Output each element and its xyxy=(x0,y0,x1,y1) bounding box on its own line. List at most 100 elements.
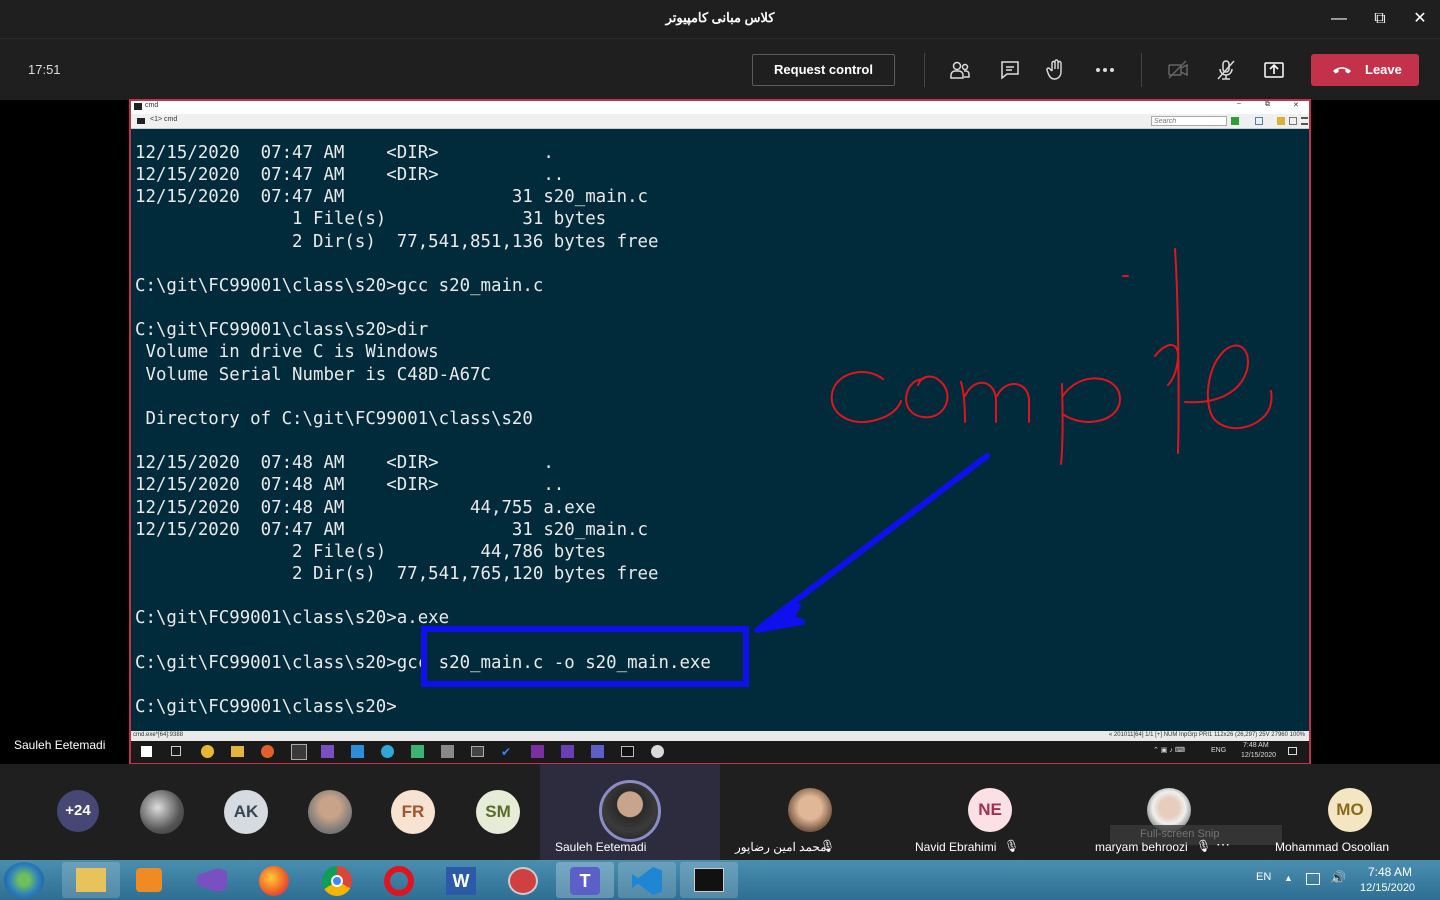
participant-name: محمد امین رضاپور xyxy=(735,840,827,854)
inner-taskbar: ✔ ⌃ ▣ ♪ ⌨ ENG 7:48 AM 12/15/2020 xyxy=(131,741,1309,763)
cmd-statusbar: cmd.exe*[64]:9388 « 201011[64] 1/1 [+] N… xyxy=(131,731,1309,741)
participant-avatar-photo[interactable] xyxy=(788,788,832,832)
taskbar-cmd[interactable] xyxy=(680,862,738,898)
inner-visualstudio-icon[interactable] xyxy=(321,745,334,758)
taskbar-word[interactable]: W xyxy=(432,862,490,898)
participant-avatar-sm[interactable]: SM xyxy=(476,790,520,834)
tab-console-icon xyxy=(137,118,145,124)
cmd-title: cmd xyxy=(145,102,159,109)
language-indicator[interactable]: EN xyxy=(1256,871,1271,883)
more-options-icon[interactable] xyxy=(1093,58,1117,82)
snipping-tool-icon xyxy=(508,867,538,895)
presenter-label: Sauleh Eetemadi xyxy=(14,738,106,752)
inner-cmd-icon[interactable] xyxy=(621,746,634,757)
compile-ink: compile xyxy=(830,248,1273,465)
layout-icon[interactable] xyxy=(1255,117,1263,125)
camera-off-icon[interactable] xyxy=(1166,58,1190,82)
menu-icon[interactable] xyxy=(1301,117,1308,125)
chat-icon[interactable] xyxy=(998,58,1022,82)
windows-taskbar: W T EN ▲ 🔊 7:48 AM 12/15/2020 xyxy=(0,860,1440,900)
leave-button[interactable]: Leave xyxy=(1311,54,1419,86)
participants-icon[interactable] xyxy=(948,58,972,82)
inner-explorer-icon[interactable] xyxy=(231,746,244,757)
inner-app-icon[interactable] xyxy=(411,745,424,758)
taskbar-chrome[interactable] xyxy=(308,862,366,898)
taskbar-vscode[interactable] xyxy=(618,862,676,898)
restore-icon[interactable]: ⧉ xyxy=(1367,6,1393,32)
inner-lang: ENG xyxy=(1211,747,1227,754)
inner-start-icon[interactable] xyxy=(141,746,152,757)
cmd-search-input[interactable] xyxy=(1151,116,1227,126)
inner-app-icon[interactable] xyxy=(651,745,664,758)
taskbar-visualstudio[interactable] xyxy=(183,862,241,898)
show-hidden-icons[interactable]: ▲ xyxy=(1284,873,1293,883)
more-options-icon[interactable]: ⋯ xyxy=(1216,836,1230,853)
taskbar-firefox[interactable] xyxy=(245,862,303,898)
participant-avatar-mo[interactable]: MO xyxy=(1328,788,1372,832)
inner-teams-icon[interactable] xyxy=(591,745,604,758)
inner-onenote-icon[interactable] xyxy=(531,745,544,758)
mic-muted-icon: 🎙 xyxy=(1196,839,1212,853)
settings-icon[interactable] xyxy=(1289,117,1297,125)
close-icon[interactable]: ✕ xyxy=(1407,6,1433,32)
inner-chrome-icon[interactable] xyxy=(201,745,214,758)
taskbar-snipping[interactable] xyxy=(494,862,552,898)
participant-name: Mohammad Osoolian xyxy=(1275,840,1390,854)
cmd-minimize-icon[interactable]: – xyxy=(1237,100,1241,107)
chrome-icon xyxy=(322,866,352,896)
inner-vscode-icon[interactable] xyxy=(351,745,364,758)
mic-off-icon[interactable] xyxy=(1214,58,1238,82)
inner-date: 12/15/2020 xyxy=(1241,752,1277,759)
participant-avatar-ak[interactable]: AK xyxy=(224,790,268,834)
inner-app-icon[interactable] xyxy=(561,745,574,758)
inner-edge-icon[interactable] xyxy=(381,745,394,758)
word-icon: W xyxy=(446,867,476,895)
taskbar-date[interactable]: 12/15/2020 xyxy=(1360,882,1415,894)
taskbar-opera[interactable] xyxy=(370,862,428,898)
raise-hand-icon[interactable] xyxy=(1044,58,1068,82)
overflow-participants-button[interactable]: +24 xyxy=(57,790,99,832)
chrome-icon-center xyxy=(331,875,343,887)
mic-muted-icon: 🎙 xyxy=(820,839,836,853)
inner-time: 7:48 AM xyxy=(1243,742,1269,749)
window-titlebar: کلاس مبانی کامپیوتر — ⧉ ✕ xyxy=(0,0,1440,38)
taskbar-explorer[interactable] xyxy=(62,862,120,898)
minimize-icon[interactable]: — xyxy=(1326,6,1352,32)
console-output[interactable]: 12/15/2020 07:47 AM <DIR> . 12/15/2020 0… xyxy=(131,129,1309,731)
inner-ubuntu-icon[interactable] xyxy=(261,745,274,758)
cmd-close-icon[interactable]: ✕ xyxy=(1293,101,1299,109)
taskbar-teams[interactable]: T xyxy=(556,862,614,898)
active-speaker-avatar[interactable] xyxy=(599,780,661,842)
opera-icon xyxy=(384,866,414,896)
participant-avatar-photo[interactable] xyxy=(308,790,352,834)
network-icon[interactable] xyxy=(1306,873,1320,885)
taskbar-media[interactable] xyxy=(120,862,178,898)
toolbar-divider xyxy=(924,53,925,87)
folder-icon xyxy=(76,868,106,892)
phone-hangup-icon xyxy=(1333,67,1351,74)
taskbar-time[interactable]: 7:48 AM xyxy=(1368,865,1412,879)
cmd-tabbar: <1> cmd xyxy=(131,114,1309,129)
participant-avatar-ne[interactable]: NE xyxy=(968,788,1012,832)
lock-icon[interactable] xyxy=(1277,117,1285,125)
start-button[interactable] xyxy=(4,862,44,898)
inner-notification-icon[interactable] xyxy=(1288,747,1297,755)
volume-icon[interactable]: 🔊 xyxy=(1330,870,1346,886)
request-control-button[interactable]: Request control xyxy=(752,54,895,86)
inner-todo-icon[interactable]: ✔ xyxy=(501,745,514,759)
inner-tray-icons: ⌃ ▣ ♪ ⌨ xyxy=(1153,747,1185,754)
inner-conemu-icon[interactable] xyxy=(291,744,307,760)
share-screen-icon[interactable] xyxy=(1262,58,1286,82)
participant-avatar-photo[interactable] xyxy=(140,790,184,834)
new-console-icon[interactable] xyxy=(1231,117,1239,125)
inner-terminal-icon[interactable] xyxy=(471,746,484,757)
tab-cmd[interactable]: <1> cmd xyxy=(150,116,177,123)
participant-name: maryam behroozi xyxy=(1095,840,1188,854)
participant-avatar-fr[interactable]: FR xyxy=(391,790,435,834)
cmd-titlebar: cmd – ⧉ ✕ xyxy=(131,100,1309,114)
cmd-restore-icon[interactable]: ⧉ xyxy=(1265,101,1270,109)
status-right: « 201011[64] 1/1 [+] NUM InpGrp PRI1 112… xyxy=(1108,732,1305,738)
inner-app-icon[interactable] xyxy=(441,745,454,758)
inner-taskview-icon[interactable] xyxy=(171,746,181,756)
mic-muted-icon: 🎙 xyxy=(1004,839,1020,853)
